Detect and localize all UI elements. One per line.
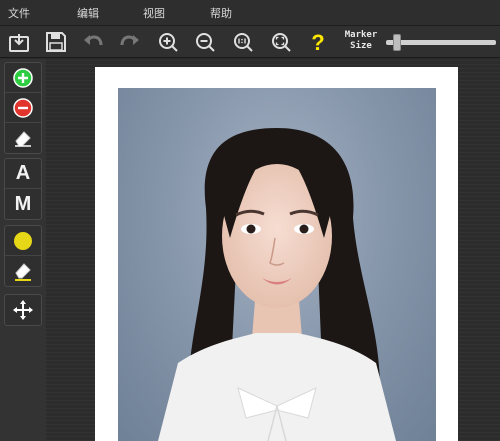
marker-size-slider[interactable]: [386, 40, 496, 45]
move-button[interactable]: [5, 295, 41, 325]
mode-tools-group: A M: [4, 158, 42, 220]
menu-help[interactable]: 帮助: [210, 5, 232, 21]
undo-icon: [84, 35, 103, 46]
help-icon: ?: [311, 30, 324, 54]
eraser-yellow-icon: [15, 263, 31, 281]
help-button[interactable]: ?: [305, 29, 331, 55]
redo-icon: [120, 35, 139, 46]
keep-tools-group: [4, 225, 42, 287]
redo-button[interactable]: [117, 29, 143, 55]
yellow-circle-icon: [14, 231, 32, 250]
zoom-in-button[interactable]: [155, 29, 181, 55]
manual-mode-button[interactable]: M: [5, 189, 41, 219]
toolbar: ? Marker Size: [0, 26, 500, 58]
svg-text:?: ?: [311, 30, 324, 54]
fit-icon: [272, 33, 291, 52]
marker-size-slider-thumb[interactable]: [393, 34, 401, 51]
marker-size-label-line1: Marker: [344, 30, 378, 40]
remove-marker-button[interactable]: [5, 93, 41, 123]
import-icon: [9, 34, 29, 52]
fit-button[interactable]: [268, 29, 294, 55]
zoom-out-button[interactable]: [192, 29, 218, 55]
portrait-photo[interactable]: [118, 88, 436, 441]
keep-marker-button[interactable]: [5, 226, 41, 256]
auto-mode-button[interactable]: A: [5, 159, 41, 189]
actual-size-icon: [234, 33, 253, 52]
zoom-out-icon: [196, 33, 215, 52]
move-tools-group: [4, 294, 42, 326]
portrait-image: [158, 128, 396, 441]
minus-circle-icon: [13, 97, 33, 118]
undo-button[interactable]: [80, 29, 106, 55]
menu-edit[interactable]: 编辑: [77, 5, 99, 21]
actual-size-button[interactable]: [230, 29, 256, 55]
menu-file[interactable]: 文件: [8, 5, 30, 21]
eraser-icon: [15, 131, 31, 147]
auto-mode-letter: A: [15, 162, 31, 184]
menu-view[interactable]: 视图: [143, 5, 165, 21]
marker-size-label: Marker Size: [341, 30, 381, 52]
app-window: 文件 编辑 视图 帮助 ? Marker Size A M: [0, 0, 500, 441]
keep-eraser-button[interactable]: [5, 256, 41, 286]
tool-sidebar: A M: [0, 59, 46, 441]
plus-circle-icon: [13, 67, 33, 88]
menu-bar: 文件 编辑 视图 帮助: [0, 0, 500, 26]
zoom-in-icon: [159, 33, 178, 52]
add-marker-button[interactable]: [5, 63, 41, 93]
save-icon: [46, 32, 66, 52]
marker-tools-group: [4, 62, 42, 154]
import-button[interactable]: [6, 29, 32, 55]
save-button[interactable]: [43, 29, 69, 55]
eraser-button[interactable]: [5, 123, 41, 153]
move-icon: [13, 300, 33, 320]
marker-size-label-line2: Size: [350, 41, 372, 51]
manual-mode-letter: M: [14, 192, 32, 215]
